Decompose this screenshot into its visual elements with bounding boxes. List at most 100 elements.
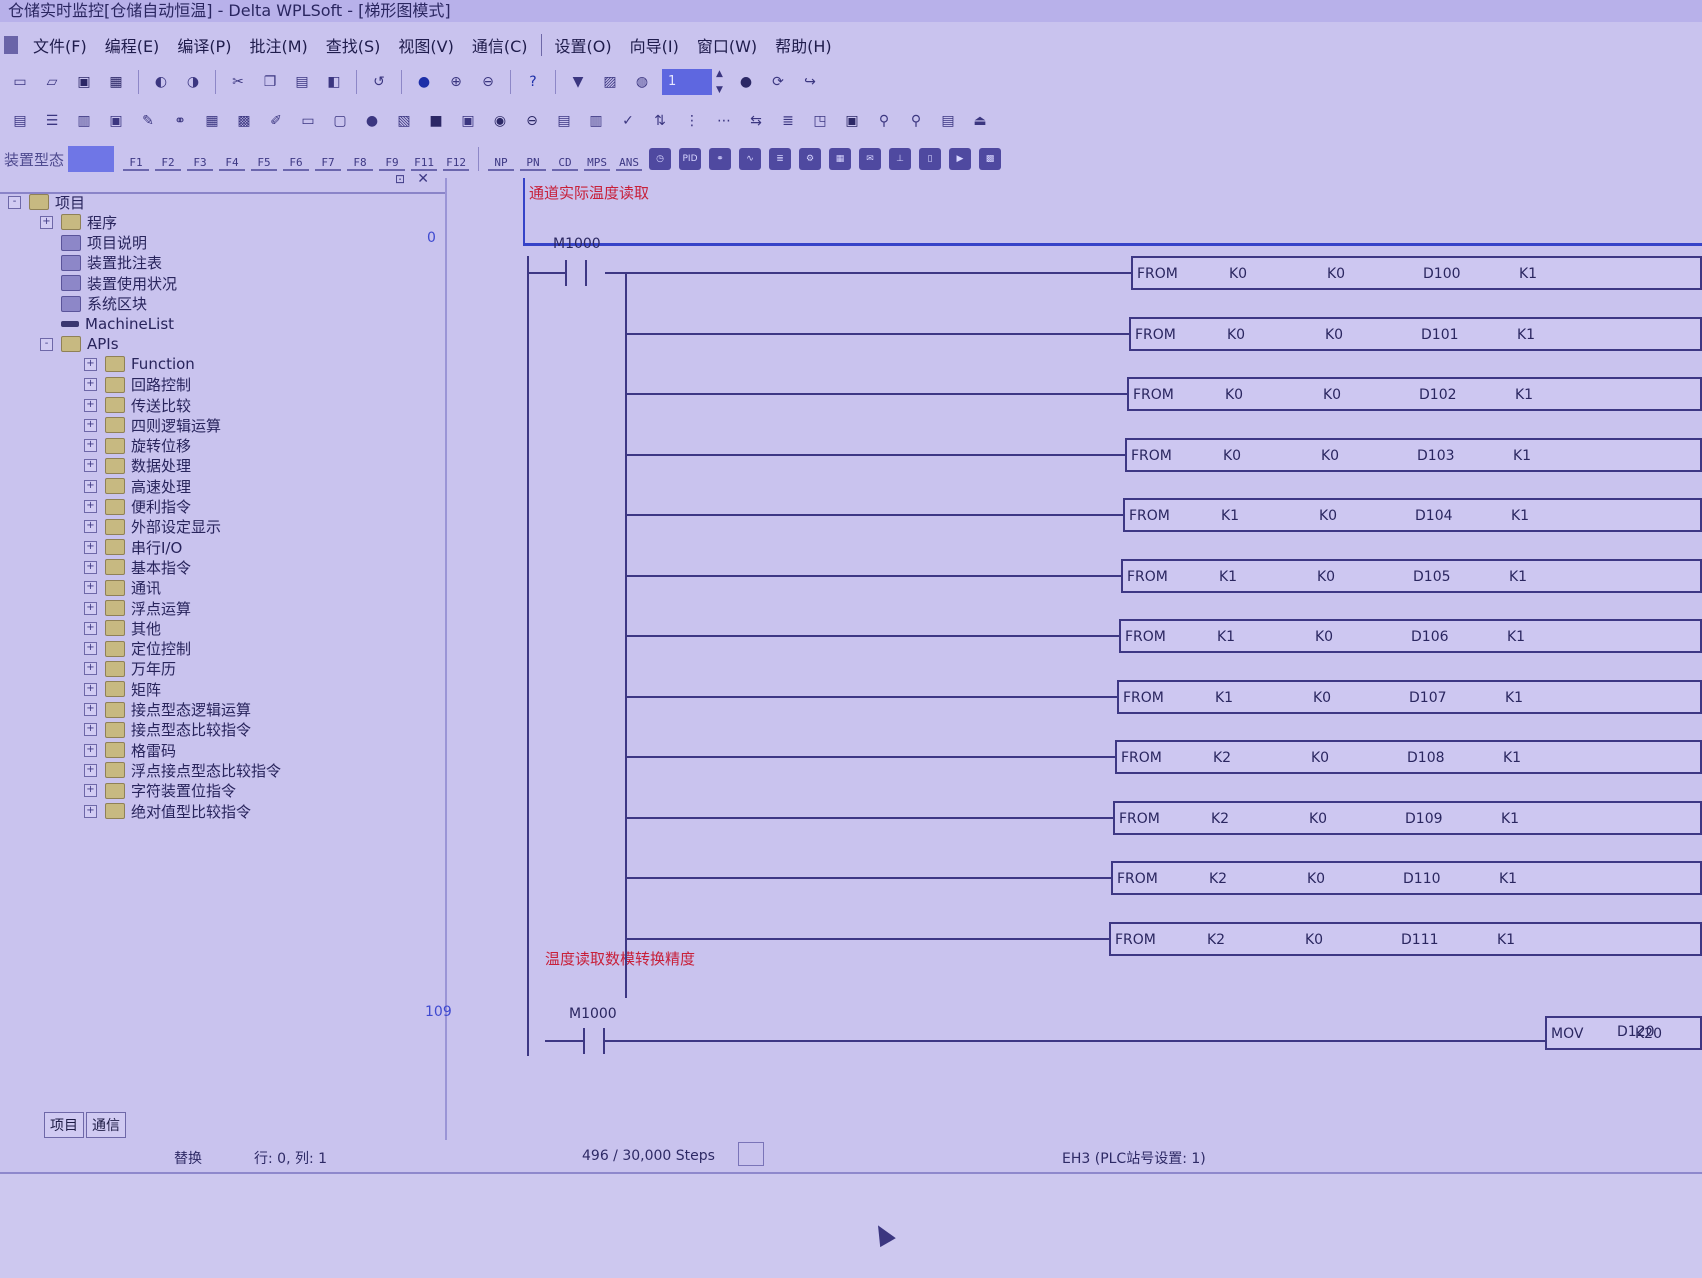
monitor-screen-icon[interactable]: ▭ [296,109,320,133]
fkey-f6[interactable]: F6 [283,147,310,171]
tree-item[interactable]: + 旋转位移 [84,436,191,456]
undo-icon[interactable]: ◐ [149,70,173,94]
find-icon[interactable]: ⚲ [904,109,928,133]
expand-icon[interactable]: + [84,662,97,676]
expand-icon[interactable]: + [84,642,97,656]
refresh-icon[interactable]: ⟳ [766,70,790,94]
from-instruction[interactable]: FROM K2 K0 D110 K1 [1111,861,1702,895]
expand-icon[interactable]: + [84,479,97,493]
memory-icon[interactable]: ▧ [392,109,416,133]
expand-icon[interactable]: + [84,520,97,534]
tree-item[interactable]: 系统区块 [40,294,147,314]
network-icon[interactable]: ⚭ [709,148,732,170]
collapse-icon[interactable]: - [8,195,21,209]
expand-icon[interactable]: + [84,581,97,595]
tree-item[interactable]: + 浮点接点型态比较指令 [84,760,281,780]
expand-icon[interactable]: + [84,540,97,554]
block-icon[interactable]: ■ [424,109,448,133]
save-all-icon[interactable]: ▦ [104,70,128,94]
pin-icon[interactable]: ⊡ [395,172,405,186]
from-instruction[interactable]: FROM K2 K0 D109 K1 [1113,800,1702,835]
tree-item[interactable]: + 数据处理 [84,456,191,476]
mail-icon[interactable]: ✉ [859,148,882,170]
fkey-mps[interactable]: MPS [584,147,611,171]
from-instruction[interactable]: FROM K2 K0 D108 K1 [1115,740,1702,774]
monitor-icon[interactable]: ◍ [630,70,654,94]
menu-view[interactable]: 视图(V) [389,33,462,57]
from-instruction[interactable]: FROM K0 K0 D102 K1 [1127,377,1702,411]
pid-icon[interactable]: PID [679,148,702,170]
fkey-pn[interactable]: PN [520,147,547,171]
tree-item[interactable]: + 回路控制 [84,375,191,395]
from-instruction[interactable]: FROM K1 K0 D104 K1 [1123,498,1702,532]
eject-icon[interactable]: ⏏ [968,109,992,133]
jump-icon[interactable]: ↪ [798,70,822,94]
tree-item[interactable]: + 字符装置位指令 [84,781,236,801]
expand-icon[interactable]: + [84,743,97,757]
expand-icon[interactable]: + [84,439,97,453]
close-icon[interactable]: ✕ [417,171,429,187]
menu-window[interactable]: 窗口(W) [688,33,766,57]
pin-icon[interactable]: ● [360,109,384,133]
zoom-icon[interactable]: ● [412,70,436,94]
image-icon[interactable]: ▣ [840,109,864,133]
from-instruction[interactable]: FROM K2 K0 D111 K1 [1109,921,1702,956]
network-icon[interactable]: ⚭ [168,109,192,133]
tree-item[interactable]: + 接点型态比较指令 [84,720,251,740]
expand-icon[interactable]: + [84,398,97,412]
menu-communication[interactable]: 通信(C) [463,33,537,57]
edit-comment-icon[interactable]: ✎ [136,109,160,133]
tree-item[interactable]: + 四则逻辑运算 [84,415,221,435]
zoom-out-icon[interactable]: ⊖ [476,70,500,94]
fkey-f1[interactable]: F1 [123,147,150,171]
step-spinbox[interactable]: 1 [662,69,712,95]
expand-icon[interactable]: + [84,500,97,513]
help-icon[interactable]: ? [521,70,545,94]
ladder-editor[interactable]: 0 109 通道实际温度读取 温度读取数模转换精度 M1000 FROM K0 K0… [425,178,1702,1132]
module-icon[interactable]: ▯ [919,148,942,170]
waveform-icon[interactable]: ∿ [739,148,762,170]
list-icon[interactable]: ≣ [769,148,792,170]
fkey-f4[interactable]: F4 [219,147,246,171]
cut-icon[interactable]: ✂ [226,70,250,94]
menu-edit[interactable]: 编程(E) [96,33,169,57]
menu-comment[interactable]: 批注(M) [240,33,316,57]
upload-icon[interactable]: ▤ [552,109,576,133]
brush-icon[interactable]: ✐ [264,109,288,133]
reload-icon[interactable]: ↺ [367,70,391,94]
redo-icon[interactable]: ◑ [181,70,205,94]
sfc-mode-icon[interactable]: ▥ [72,109,96,133]
fkey-f2[interactable]: F2 [155,147,182,171]
tree-item[interactable]: + 外部设定显示 [84,517,221,537]
menu-file[interactable]: 文件(F) [24,33,96,57]
expand-icon[interactable]: + [84,378,97,392]
app-icon[interactable] [4,36,18,54]
menu-options[interactable]: 设置(O) [546,33,621,57]
output-pane[interactable] [0,1172,1702,1278]
fkey-ans[interactable]: ANS [616,147,643,171]
expand-icon[interactable]: + [84,784,97,798]
search-icon[interactable]: ⚲ [872,109,896,133]
expand-icon[interactable]: + [84,601,97,615]
checkmark-icon[interactable]: ✓ [616,109,640,133]
step-spinbox-arrows[interactable]: ▲ ▼ [716,69,730,95]
tree-item[interactable]: + 其他 [84,618,161,638]
menu-search[interactable]: 查找(S) [317,33,390,57]
run-icon[interactable]: ◉ [488,109,512,133]
from-instruction[interactable]: FROM K1 K0 D105 K1 [1121,558,1702,593]
tree-item[interactable]: + 绝对值型比较指令 [84,801,251,821]
io-icon[interactable]: ⊥ [889,148,912,170]
device-type-select[interactable] [68,146,115,172]
fkey-f12[interactable]: F12 [443,147,470,171]
clock-icon[interactable]: ◷ [649,148,672,170]
expand-icon[interactable]: + [84,723,97,737]
fkey-f11[interactable]: F11 [411,147,438,171]
expand-icon[interactable]: + [84,703,97,716]
from-instruction[interactable]: FROM K0 K0 D100 K1 [1131,256,1702,290]
fkey-cd[interactable]: CD [552,147,579,171]
window-icon[interactable]: ◳ [808,109,832,133]
from-instruction[interactable]: FROM K0 K0 D103 K1 [1125,437,1702,472]
menu-wizard[interactable]: 向导(I) [621,33,688,57]
expand-icon[interactable]: + [40,215,53,229]
expand-icon[interactable]: + [84,621,97,635]
